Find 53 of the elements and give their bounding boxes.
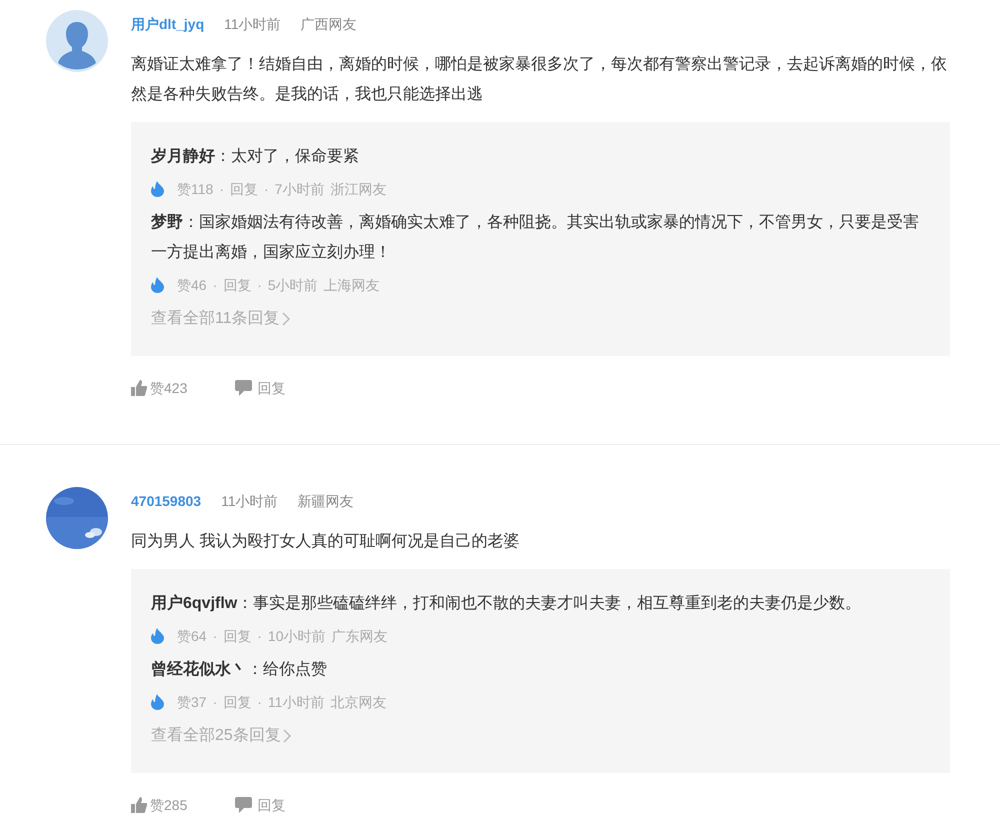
reply-text: 梦野：国家婚姻法有待改善，离婚确实太难了，各种阻挠。其实出轨或家暴的情况下，不管男女，只要是受害一方提出离婚，国家应立刻办理！ — [151, 212, 920, 263]
separator-dot: · — [212, 692, 218, 712]
separator-dot: · — [257, 692, 262, 712]
comment-text: 离婚证太难拿了！结婚自由，离婚的时候，哪怕是被家暴很多次了，每次都有警察出警记录，去起诉离婚的时候，依然是各种失败告终。是我的话，我也只能选择出逃 — [131, 54, 948, 105]
flame-icon — [151, 694, 164, 710]
reply-location: 上海网友 — [324, 276, 380, 294]
separator-dot: · — [257, 276, 262, 294]
chevron-right-icon — [282, 312, 290, 326]
reply-text: 用户6qvjflw：事实是那些磕磕绊绊，打和闹也不散的夫妻才叫夫妻，相互尊重到老的夫妻仍是少数。 — [151, 593, 862, 614]
like-count[interactable]: 赞118 — [177, 178, 214, 200]
username[interactable]: 用户dlt_jyq — [131, 14, 204, 34]
username[interactable]: 470159803 — [131, 490, 202, 512]
like-count[interactable]: 赞46 — [177, 274, 207, 296]
reply-text: 曾经花似水丶：给你点赞 — [151, 660, 328, 680]
reply-location: 浙江网友 — [330, 180, 386, 198]
view-all-replies-link[interactable]: 查看全部11条回复 — [151, 304, 930, 334]
reply-text: 岁月静好：太对了，保命要紧 — [151, 146, 360, 167]
reply-link[interactable]: 回复 — [223, 274, 252, 296]
comment-time: 11小时前 — [221, 492, 278, 510]
avatar-silhouette-icon — [46, 10, 108, 72]
reply-time: 11小时前 — [268, 692, 324, 712]
thumbs-up-icon — [131, 380, 147, 396]
reply-button[interactable]: 回复 — [235, 378, 286, 398]
comment-time: 11小时前 — [224, 14, 281, 34]
comment-icon — [235, 797, 252, 813]
reply-location: 广东网友 — [332, 626, 388, 646]
like-count[interactable]: 赞37 — [177, 692, 207, 712]
like-button[interactable]: 赞285 — [131, 794, 188, 816]
reply-time: 5小时前 — [268, 276, 318, 294]
reply-time: 10小时前 — [268, 626, 326, 646]
reply-location: 北京网友 — [330, 692, 386, 712]
reply-time: 7小时前 — [274, 180, 324, 198]
comment-icon — [235, 380, 252, 396]
comment-location: 新疆网友 — [298, 492, 354, 510]
like-button[interactable]: 赞423 — [131, 378, 188, 398]
view-all-replies-link[interactable]: 查看全部25条回复 — [151, 721, 930, 751]
reply-link[interactable]: 回复 — [223, 692, 252, 712]
separator-dot: · — [219, 180, 224, 198]
flame-icon — [151, 628, 164, 644]
thumbs-up-icon — [131, 797, 147, 813]
flame-icon — [151, 181, 164, 197]
reply-button[interactable]: 回复 — [235, 794, 286, 816]
flame-icon — [151, 277, 164, 293]
reply-link[interactable]: 回复 — [230, 178, 258, 200]
separator-dot: · — [264, 180, 269, 198]
comment-text: 同为男人 我认为殴打女人真的可耻啊何况是自己的老婆 — [131, 532, 520, 552]
separator-dot: · — [212, 276, 218, 294]
separator-dot: · — [212, 626, 218, 646]
reply-link[interactable]: 回复 — [223, 626, 252, 646]
chevron-right-icon — [282, 729, 291, 743]
separator-dot: · — [257, 626, 262, 646]
like-count[interactable]: 赞64 — [177, 626, 207, 646]
comment-location: 广西网友 — [300, 14, 357, 34]
